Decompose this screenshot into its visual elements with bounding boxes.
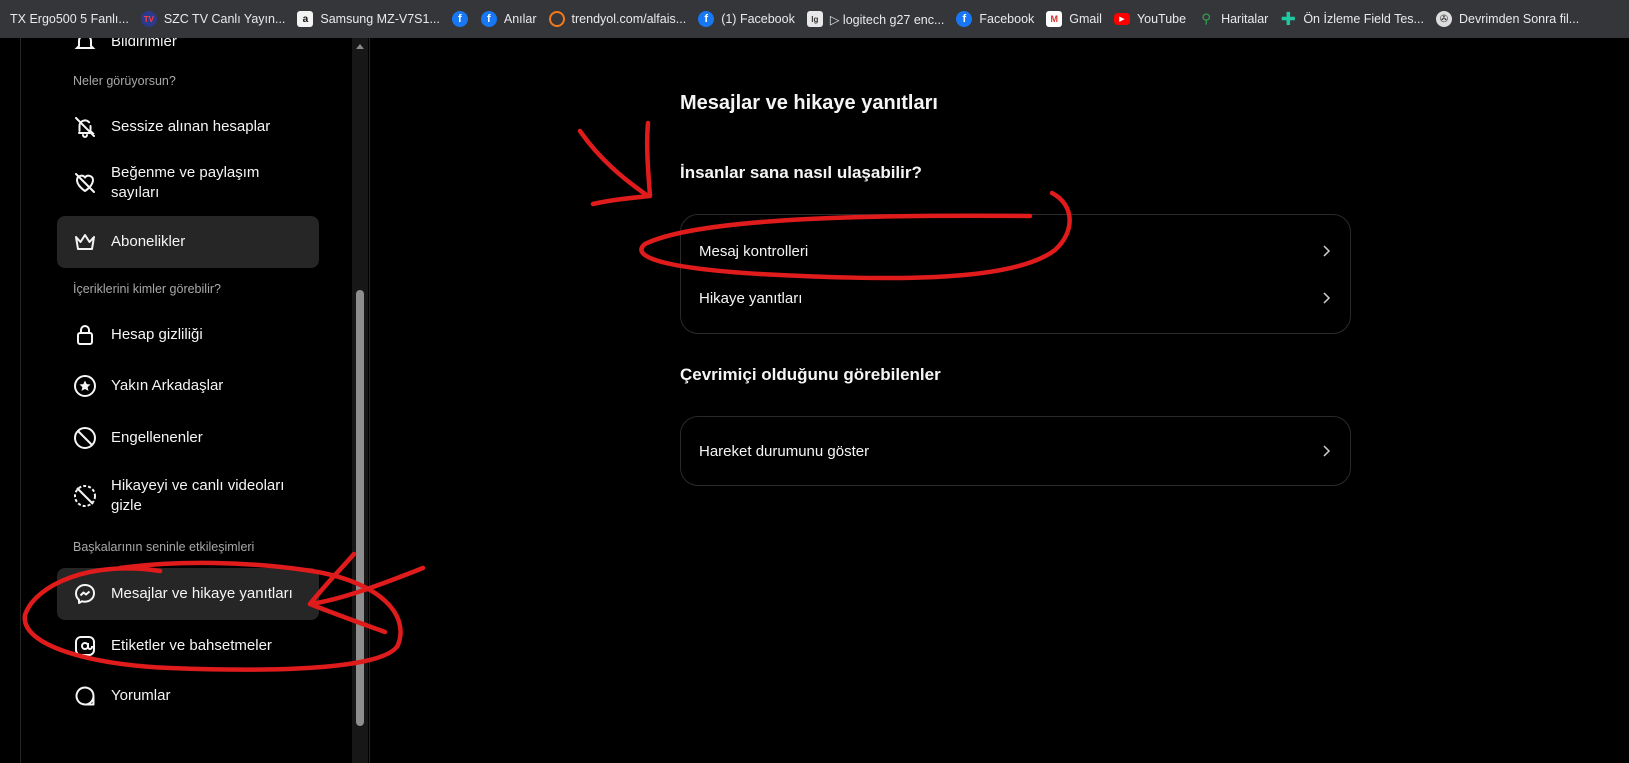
bookmark-label: Facebook <box>979 12 1035 26</box>
section-title-reach: İnsanlar sana nasıl ulaşabilir? <box>680 163 922 182</box>
bookmark-logitech[interactable]: lg ▷ logitech g27 enc... <box>801 5 951 33</box>
bookmark-anilar[interactable]: f Anılar <box>475 5 543 33</box>
sidebar-item-notifications[interactable]: Bildirimler <box>57 38 319 60</box>
bookmark-field-test[interactable]: ✚ Ön İzleme Field Tes... <box>1274 5 1430 33</box>
sidebar-item-messages[interactable]: Mesajlar ve hikaye yanıtları <box>57 568 319 620</box>
facebook-icon: f <box>451 11 468 27</box>
settings-sidebar: Bildirimler Neler görüyorsun? Sessize al… <box>20 38 370 763</box>
sidebar-item-tags-mentions[interactable]: Etiketler ve bahsetmeler <box>57 620 319 672</box>
facebook-icon: f <box>698 11 715 27</box>
sidebar-item-muted-accounts[interactable]: Sessize alınan hesaplar <box>57 102 319 152</box>
trendyol-icon <box>548 11 565 27</box>
bookmarks-bar: TX Ergo500 5 Fanlı... TV SZC TV Canlı Ya… <box>0 0 1629 38</box>
bell-off-icon <box>73 115 97 139</box>
sidebar-item-label: Hikayeyi ve canlı videoları gizle <box>111 477 285 514</box>
bookmark-szc-tv[interactable]: TV SZC TV Canlı Yayın... <box>135 5 292 33</box>
crown-icon <box>73 230 97 254</box>
online-status-card: Hareket durumunu göster <box>680 416 1351 486</box>
bookmark-facebook[interactable]: f Facebook <box>950 5 1040 33</box>
facebook-icon: f <box>956 11 973 27</box>
bookmark-tx-ergo[interactable]: TX Ergo500 5 Fanlı... <box>4 5 135 33</box>
gmail-icon: M <box>1046 11 1063 27</box>
annotation-arrow-main <box>577 128 651 199</box>
bookmark-label: Devrimden Sonra fil... <box>1458 12 1580 26</box>
film-reel-icon: ✇ <box>1435 11 1452 27</box>
sidebar-item-close-friends[interactable]: Yakın Arkadaşlar <box>57 360 319 412</box>
chevron-right-icon <box>1320 292 1332 304</box>
star-circle-icon <box>73 374 97 398</box>
sidebar-item-label: Abonelikler <box>111 233 186 250</box>
chevron-right-icon <box>1320 445 1332 457</box>
sidebar-item-label: Engellenenler <box>111 429 203 446</box>
amazon-icon: a <box>297 11 314 27</box>
sidebar-scrollbar[interactable] <box>352 38 368 763</box>
row-story-replies[interactable]: Hikaye yanıtları <box>681 275 1350 321</box>
row-activity-status[interactable]: Hareket durumunu göster <box>681 428 1350 474</box>
row-label: Hareket durumunu göster <box>699 442 870 460</box>
section-who-sees: İçeriklerini kimler görebilir? <box>73 282 221 296</box>
scroll-up-arrow-icon[interactable] <box>356 44 364 49</box>
annotation-arrow-main-head <box>590 120 653 207</box>
youtube-icon: ▶ <box>1113 13 1130 25</box>
bookmark-label: SZC TV Canlı Yayın... <box>163 12 286 26</box>
chevron-right-icon <box>1320 245 1332 257</box>
row-message-controls[interactable]: Mesaj kontrolleri <box>681 228 1350 274</box>
sidebar-item-label: Yorumlar <box>111 687 171 704</box>
page-title: Mesajlar ve hikaye yanıtları <box>680 92 938 114</box>
bookmark-trendyol[interactable]: trendyol.com/alfais... <box>543 5 693 33</box>
bookmark-label: Haritalar <box>1221 12 1269 26</box>
plus-icon: ✚ <box>1280 8 1296 29</box>
sidebar-item-label: Yakın Arkadaşlar <box>111 377 224 394</box>
bookmark-label: Ön İzleme Field Tes... <box>1303 12 1424 26</box>
bookmark-label: Samsung MZ-V7S1... <box>320 12 440 26</box>
mention-icon <box>73 634 97 658</box>
sidebar-item-label: Bildirimler <box>111 38 177 50</box>
bookmark-samsung[interactable]: a Samsung MZ-V7S1... <box>291 5 446 33</box>
bookmark-label: TX Ergo500 5 Fanlı... <box>10 12 129 26</box>
scrollbar-thumb[interactable] <box>356 290 364 726</box>
sidebar-item-like-counts[interactable]: Beğenme ve paylaşım sayıları <box>57 154 319 212</box>
bookmark-label: (1) Facebook <box>721 12 795 26</box>
sidebar-item-label: Mesajlar ve hikaye yanıtları <box>111 585 293 602</box>
reach-settings-card: Mesaj kontrolleri Hikaye yanıtları <box>680 214 1351 334</box>
facebook-icon: f <box>480 11 497 27</box>
bookmark-gmail[interactable]: M Gmail <box>1040 5 1108 33</box>
section-interactions: Başkalarının seninle etkileşimleri <box>73 540 255 554</box>
bookmark-label: ▷ logitech g27 enc... <box>829 12 945 27</box>
row-label: Mesaj kontrolleri <box>699 242 809 260</box>
heart-off-icon <box>73 171 97 195</box>
tv-icon: TV <box>140 11 157 27</box>
block-icon <box>73 426 97 450</box>
bookmark-facebook-1[interactable]: f (1) Facebook <box>692 5 801 33</box>
bookmark-maps[interactable]: ⚲ Haritalar <box>1192 5 1274 33</box>
comment-icon <box>73 684 97 708</box>
sidebar-item-subscriptions[interactable]: Abonelikler <box>57 216 319 268</box>
messenger-icon <box>73 582 97 606</box>
maps-icon: ⚲ <box>1201 11 1211 26</box>
bookmark-label: Anılar <box>503 12 537 26</box>
bell-icon <box>73 38 97 54</box>
section-what-you-see: Neler görüyorsun? <box>73 74 176 88</box>
story-off-icon <box>73 484 97 508</box>
sidebar-item-comments[interactable]: Yorumlar <box>57 670 319 722</box>
bookmark-youtube[interactable]: ▶ YouTube <box>1108 5 1192 33</box>
logitech-icon: lg <box>806 11 823 27</box>
sidebar-item-hide-story[interactable]: Hikayeyi ve canlı videoları gizle <box>57 466 319 526</box>
sidebar-item-label: Hesap gizliliği <box>111 326 203 343</box>
lock-icon <box>73 323 97 347</box>
sidebar-item-label: Beğenme ve paylaşım sayıları <box>111 164 260 201</box>
sidebar-item-label: Etiketler ve bahsetmeler <box>111 637 272 654</box>
row-label: Hikaye yanıtları <box>699 289 803 307</box>
sidebar-item-account-privacy[interactable]: Hesap gizliliği <box>57 310 319 360</box>
bookmark-label: Gmail <box>1069 12 1102 26</box>
bookmark-label: YouTube <box>1136 12 1187 26</box>
sidebar-item-label: Sessize alınan hesaplar <box>111 118 271 135</box>
sidebar-item-blocked[interactable]: Engellenenler <box>57 412 319 464</box>
bookmark-facebook-icon-only[interactable]: f <box>446 5 475 33</box>
bookmark-devrimden[interactable]: ✇ Devrimden Sonra fil... <box>1430 5 1585 33</box>
bookmark-label: trendyol.com/alfais... <box>571 12 687 26</box>
section-title-online-status: Çevrimiçi olduğunu görebilenler <box>680 365 941 384</box>
